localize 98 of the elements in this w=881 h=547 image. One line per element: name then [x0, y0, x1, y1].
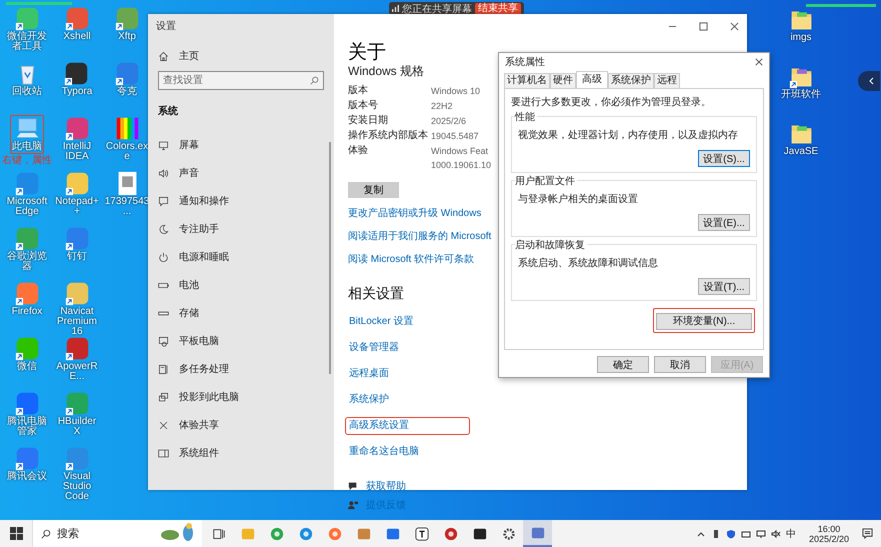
link[interactable]: 更改产品密钥或升级 Windows: [348, 207, 482, 221]
tab[interactable]: 远程: [654, 73, 680, 88]
nav-item[interactable]: 电源和睡眠: [179, 250, 229, 264]
copy-button[interactable]: 复制: [348, 182, 399, 198]
tab[interactable]: 硬件: [550, 73, 576, 88]
link[interactable]: BitLocker 设置: [345, 313, 418, 331]
settings-button[interactable]: 设置(S)...: [698, 150, 750, 167]
settings-icon: [502, 526, 516, 540]
speaker-muted-icon[interactable]: [770, 528, 781, 538]
close-icon[interactable]: [755, 58, 763, 66]
spec-label: 体验: [348, 144, 369, 158]
signal-icon: [392, 5, 399, 12]
section-heading: 系统: [158, 104, 179, 118]
chat-bubble-icon: [348, 481, 358, 491]
nav-item[interactable]: 通知和操作: [179, 194, 229, 208]
person-icon: [348, 500, 358, 510]
link[interactable]: 高级系统设置: [345, 417, 470, 435]
share-status-text: 您正在共享屏幕: [402, 2, 472, 16]
shield-icon[interactable]: [726, 528, 736, 538]
spec-value: 1000.19061.10: [431, 159, 492, 172]
spec-label: 安装日期: [348, 114, 389, 128]
display-icon[interactable]: [756, 528, 766, 538]
spec-value: 2025/2/6: [431, 115, 468, 128]
taskbar-search-field[interactable]: 搜索: [32, 520, 202, 547]
nav-item[interactable]: 主页: [179, 49, 199, 63]
clock-time[interactable]: 16:00: [818, 524, 840, 534]
group-description: 与登录帐户相关的桌面设置: [518, 192, 639, 206]
notification-icon[interactable]: [862, 528, 873, 539]
input-method-indicator[interactable]: 中: [786, 526, 796, 540]
windows-logo-icon[interactable]: [10, 527, 23, 540]
nav-item[interactable]: 专注助手: [179, 222, 219, 236]
share-frame-line: [6, 2, 72, 5]
link[interactable]: 获取帮助: [366, 479, 406, 493]
nav-item[interactable]: 系统组件: [179, 446, 219, 460]
link[interactable]: 阅读适用于我们服务的 Microsoft: [348, 230, 492, 244]
share-frame-line: [806, 4, 876, 7]
spec-value: 19045.5487: [431, 130, 480, 143]
tablet-icon: [158, 336, 169, 346]
dialog-button[interactable]: 取消: [654, 356, 706, 373]
app-icon[interactable]: [64, 61, 90, 86]
section-heading: Windows 规格: [348, 64, 424, 78]
search-field[interactable]: 查找设置: [158, 71, 324, 90]
section-heading: 相关设置: [348, 285, 404, 303]
link[interactable]: 重命名这台电脑: [345, 443, 423, 461]
spec-label: 操作系统内部版本: [348, 129, 428, 143]
nav-item[interactable]: 电池: [179, 278, 199, 292]
environment-variables-button[interactable]: 环境变量(N)...: [656, 312, 752, 330]
tab[interactable]: 高级: [576, 71, 608, 88]
scrollbar[interactable]: [329, 142, 331, 374]
group-description: 视觉效果，处理器计划，内存使用，以及虚拟内存: [518, 128, 739, 142]
group-description: 系统启动、系统故障和调试信息: [518, 256, 659, 270]
group-title: 启动和故障恢复: [515, 238, 587, 252]
spec-value: Windows 10: [431, 85, 482, 98]
notice-text: 要进行大多数更改，你必须作为管理员登录。: [511, 96, 712, 109]
typora-icon: [414, 526, 428, 540]
settings-button[interactable]: 设置(T)...: [698, 278, 750, 295]
annotation-text: 右键，属性: [2, 155, 52, 166]
search-icon: [310, 76, 319, 85]
taskview-icon: [212, 526, 226, 540]
spec-value: Windows Feat: [431, 145, 490, 158]
stop-sharing-button[interactable]: 结束共享: [475, 2, 521, 14]
collapse-tab-icon[interactable]: [858, 71, 880, 91]
tab[interactable]: 系统保护: [608, 73, 654, 88]
nav-item[interactable]: 多任务处理: [179, 362, 229, 376]
close-icon[interactable]: [730, 22, 739, 31]
color-spectrum-icon[interactable]: [114, 116, 140, 141]
search-icon: [41, 528, 51, 538]
clock-date[interactable]: 2025/2/20: [808, 534, 849, 544]
settings-button[interactable]: 设置(E)...: [698, 214, 750, 231]
icon-label[interactable]: 开班软件: [781, 90, 821, 100]
home-icon: [158, 50, 169, 62]
dialog-button[interactable]: 确定: [597, 356, 649, 373]
nav-item[interactable]: 屏幕: [179, 138, 199, 152]
nav-item[interactable]: 声音: [179, 166, 199, 180]
spec-label: 版本号: [348, 99, 379, 113]
group-title: 用户配置文件: [515, 174, 577, 188]
dialog-title: 系统属性: [505, 56, 545, 69]
link[interactable]: 系统保护: [345, 391, 393, 409]
link[interactable]: 阅读 Microsoft 软件许可条款: [348, 253, 474, 267]
nav-item[interactable]: 体验共享: [179, 418, 219, 432]
icon-label[interactable]: JavaSE: [784, 147, 818, 157]
page-title: 关于: [348, 42, 386, 64]
notifications-icon: [158, 196, 169, 206]
window-title: 设置: [156, 20, 177, 33]
spec-value: 22H2: [431, 100, 454, 113]
sound-icon: [158, 168, 169, 178]
group-title: 性能: [515, 110, 537, 124]
display-icon: [158, 140, 169, 150]
nav-item[interactable]: 投影到此电脑: [179, 390, 239, 404]
icon-label[interactable]: imgs: [790, 33, 812, 43]
maximize-icon[interactable]: [699, 22, 708, 31]
link[interactable]: 设备管理器: [345, 339, 403, 357]
link[interactable]: 远程桌面: [345, 365, 393, 383]
nav-item[interactable]: 平板电脑: [179, 334, 219, 348]
tab[interactable]: 计算机名: [504, 73, 550, 88]
spec-label: 版本: [348, 84, 369, 98]
power-icon: [158, 252, 169, 262]
nav-item[interactable]: 存储: [179, 306, 199, 320]
